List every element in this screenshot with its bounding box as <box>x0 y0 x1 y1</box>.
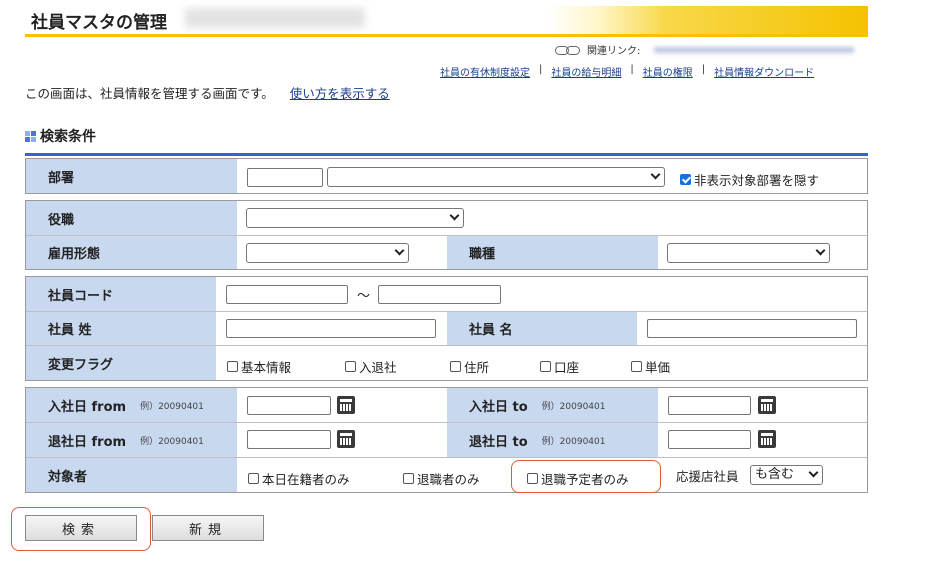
link-separator: | <box>701 64 706 75</box>
lastname-input[interactable] <box>226 319 436 338</box>
flag-price-checkbox[interactable]: 単価 <box>631 357 670 376</box>
flag-hire-checkbox[interactable]: 入退社 <box>345 357 397 376</box>
firstname-input[interactable] <box>647 319 857 338</box>
checkbox-icon[interactable] <box>450 361 461 372</box>
employment-label: 雇用形態 <box>26 236 237 269</box>
link-separator: | <box>539 64 543 75</box>
support-select[interactable]: も含む <box>750 465 823 485</box>
checkbox-icon[interactable] <box>631 361 642 372</box>
hire-from-input[interactable] <box>247 396 331 415</box>
dept-select[interactable] <box>327 167 665 187</box>
tilde-separator: 〜 <box>357 289 371 304</box>
section-title: 検索条件 <box>40 129 96 145</box>
date-example: 例）20090401 <box>541 401 606 412</box>
code-to-input[interactable] <box>378 285 501 304</box>
flag-account-label: 口座 <box>554 360 580 375</box>
calendar-icon[interactable] <box>758 430 776 448</box>
flag-address-checkbox[interactable]: 住所 <box>450 357 489 376</box>
dept-code-input[interactable] <box>247 168 323 187</box>
howto-link[interactable]: 使い方を表示する <box>290 86 390 101</box>
intro-line: この画面は、社員情報を管理する画面です。 使い方を表示する <box>25 83 390 102</box>
hire-to-input[interactable] <box>668 396 751 415</box>
employee-block: 社員コード 〜 社員 姓 社員 名 変更フラグ 基本情報 入退社 住所 口座 単… <box>25 276 868 381</box>
date-example: 例）20090401 <box>140 401 204 412</box>
leave-from-input[interactable] <box>247 430 331 449</box>
firstname-label: 社員 名 <box>447 312 637 345</box>
calendar-icon[interactable] <box>337 430 355 448</box>
target-active-checkbox[interactable]: 本日在籍者のみ <box>248 469 350 488</box>
flag-address-label: 住所 <box>464 360 490 375</box>
quick-links: 社員の有休制度設定 | 社員の給与明細 | 社員の権限 | 社員情報ダウンロード <box>440 64 814 79</box>
hire-from-label: 入社日 from <box>48 399 127 415</box>
search-button[interactable]: 検索 <box>25 515 137 541</box>
hide-dept-label: 非表示対象部署を隠す <box>694 173 820 188</box>
code-from-input[interactable] <box>226 285 348 304</box>
blurred-related-link[interactable] <box>654 46 855 53</box>
date-example: 例）20090401 <box>140 436 204 447</box>
target-retired-label: 退職者のみ <box>417 472 480 487</box>
blurred-title-suffix <box>185 8 365 28</box>
flag-account-checkbox[interactable]: 口座 <box>540 357 579 376</box>
target-label: 対象者 <box>26 458 237 492</box>
checkbox-icon[interactable] <box>345 361 356 372</box>
checkbox-icon[interactable] <box>403 473 414 484</box>
related-links-label: 関連リンク: <box>587 46 641 57</box>
dates-block: 入社日 from 例）20090401 入社日 to 例）20090401 退社日 … <box>25 387 868 493</box>
flag-basic-checkbox[interactable]: 基本情報 <box>227 357 291 376</box>
flag-basic-label: 基本情報 <box>241 360 292 375</box>
leave-from-label: 退社日 from <box>48 434 127 450</box>
page-title: 社員マスタの管理 <box>31 13 167 33</box>
link-permissions[interactable]: 社員の権限 <box>643 64 693 79</box>
hire-to-label: 入社日 to <box>469 399 528 415</box>
intro-text: この画面は、社員情報を管理する画面です。 <box>25 86 274 101</box>
jobtype-select[interactable] <box>667 243 830 263</box>
dept-block: 部署 非表示対象部署を隠す <box>25 158 868 194</box>
target-retired-checkbox[interactable]: 退職者のみ <box>403 469 480 488</box>
jobtype-label: 職種 <box>447 236 658 269</box>
checkbox-icon[interactable] <box>540 361 551 372</box>
checkbox-icon[interactable] <box>248 473 259 484</box>
calendar-icon[interactable] <box>758 396 776 414</box>
section-heading: 検索条件 <box>25 126 96 146</box>
hire-from-row-label: 入社日 from 例）20090401 <box>26 388 237 422</box>
link-separator: | <box>630 64 634 75</box>
section-bullet-icon <box>25 130 36 142</box>
checkbox-icon[interactable] <box>227 361 238 372</box>
leave-to-label: 退社日 to <box>469 434 528 450</box>
highlight-retiring <box>511 460 661 493</box>
date-example: 例）20090401 <box>541 436 606 447</box>
dept-label: 部署 <box>26 159 237 193</box>
flag-label: 変更フラグ <box>26 346 216 380</box>
position-block: 役職 雇用形態 職種 <box>25 200 868 270</box>
employment-select[interactable] <box>246 243 409 263</box>
section-rule <box>25 153 868 156</box>
leave-to-row-label: 退社日 to 例）20090401 <box>447 423 658 457</box>
flag-hire-label: 入退社 <box>359 360 397 375</box>
leave-to-input[interactable] <box>668 430 751 449</box>
related-links-row: 関連リンク: <box>555 42 855 57</box>
link-payslip[interactable]: 社員の給与明細 <box>551 64 621 79</box>
support-label: 応援店社員 <box>676 469 739 484</box>
hide-dept-checkbox[interactable]: 非表示対象部署を隠す <box>680 170 819 189</box>
checkbox-checked-icon[interactable] <box>680 174 691 185</box>
calendar-icon[interactable] <box>337 396 355 414</box>
flag-price-label: 単価 <box>645 360 671 375</box>
position-select[interactable] <box>246 208 464 228</box>
support-value: も含む <box>755 467 795 482</box>
link-paid-leave[interactable]: 社員の有休制度設定 <box>440 64 530 79</box>
leave-from-row-label: 退社日 from 例）20090401 <box>26 423 237 457</box>
link-chain-icon <box>555 45 581 55</box>
hire-to-row-label: 入社日 to 例）20090401 <box>447 388 658 422</box>
position-label: 役職 <box>26 201 237 235</box>
link-download[interactable]: 社員情報ダウンロード <box>714 64 814 79</box>
new-button[interactable]: 新規 <box>152 515 264 541</box>
target-active-label: 本日在籍者のみ <box>262 472 350 487</box>
code-label: 社員コード <box>26 277 216 311</box>
lastname-label: 社員 姓 <box>26 312 216 345</box>
